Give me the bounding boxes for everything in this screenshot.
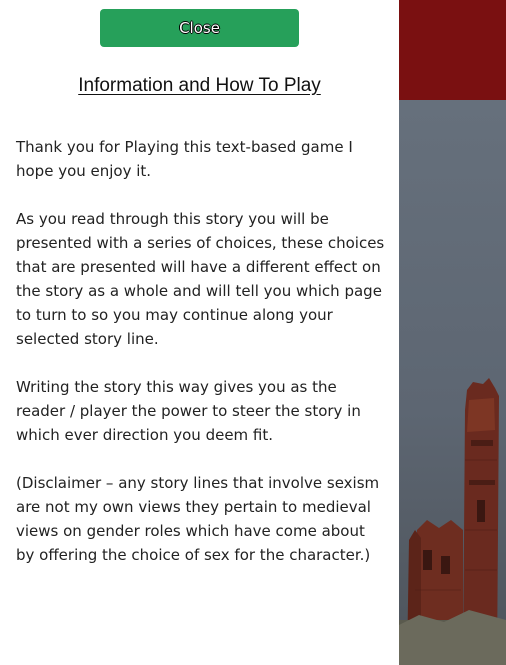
modal-body: Thank you for Playing this text-based ga… <box>16 135 388 591</box>
choices-paragraph: As you read through this story you will … <box>16 210 385 348</box>
disclaimer-paragraph: (Disclaimer – any story lines that invol… <box>16 474 380 564</box>
page-root: Close Information and How To Play Thank … <box>0 0 506 665</box>
intro-paragraph: Thank you for Playing this text-based ga… <box>16 138 353 180</box>
steer-story-paragraph: Writing the story this way gives you as … <box>16 378 361 444</box>
close-button[interactable]: Close <box>100 9 299 47</box>
header-banner <box>399 0 506 100</box>
background-image <box>399 0 506 665</box>
modal-title: Information and How To Play <box>78 75 321 96</box>
info-modal: Close Information and How To Play Thank … <box>0 0 399 665</box>
castle-ruin-image <box>399 378 506 665</box>
